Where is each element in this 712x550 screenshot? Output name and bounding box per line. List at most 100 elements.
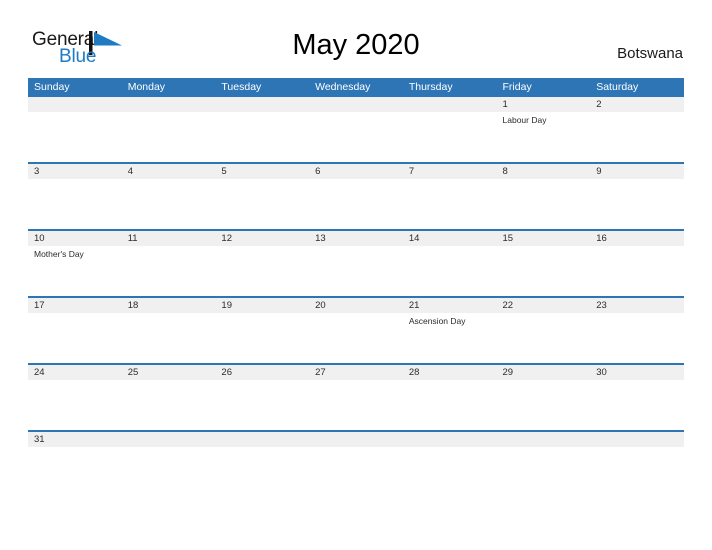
calendar-day-cell[interactable] [403, 432, 497, 470]
calendar-day-cell[interactable]: 30 [590, 365, 684, 430]
calendar-grid: Sunday Monday Tuesday Wednesday Thursday… [28, 78, 684, 470]
calendar-day-cell[interactable]: 16 [590, 231, 684, 296]
calendar-day-cell[interactable]: 27 [309, 365, 403, 430]
day-number: 15 [502, 233, 514, 244]
calendar-day-cell[interactable]: 19 [215, 298, 309, 363]
week-row-inner: 3 4 5 6 7 8 9 [28, 164, 684, 229]
calendar-day-cell[interactable]: 31 [28, 432, 122, 470]
calendar-day-cell[interactable]: 24 [28, 365, 122, 430]
weekday-header-row: Sunday Monday Tuesday Wednesday Thursday… [28, 78, 684, 97]
calendar-day-cell[interactable]: 22 [497, 298, 591, 363]
day-number: 11 [127, 233, 138, 244]
calendar-day-cell[interactable]: 1 Labour Day [497, 97, 591, 162]
calendar-day-cell[interactable] [309, 432, 403, 470]
calendar-day-cell[interactable]: 28 [403, 365, 497, 430]
day-number [315, 97, 403, 112]
calendar-day-cell[interactable] [590, 432, 684, 470]
calendar-day-cell[interactable]: 17 [28, 298, 122, 363]
calendar-day-cell[interactable] [122, 97, 216, 162]
calendar-day-cell[interactable]: 18 [122, 298, 216, 363]
day-number: 3 [34, 166, 40, 177]
calendar-day-cell[interactable]: 3 [28, 164, 122, 229]
weekday-saturday: Saturday [596, 81, 639, 93]
calendar-day-cell[interactable]: 13 [309, 231, 403, 296]
calendar-day-cell[interactable]: 15 [497, 231, 591, 296]
calendar-day-cell[interactable]: 5 [215, 164, 309, 229]
day-number: 7 [408, 166, 415, 177]
week-row-inner: 31 [28, 432, 684, 470]
calendar-day-cell[interactable] [122, 432, 216, 470]
day-number: 13 [315, 233, 326, 244]
week-row-inner: 17 18 19 20 21 Ascension Day 22 23 [28, 298, 684, 363]
weekday-wednesday: Wednesday [315, 81, 371, 93]
week-row-inner: 1 Labour Day 2 [28, 97, 684, 162]
calendar-week-row: 1 Labour Day 2 [28, 97, 684, 162]
calendar-day-cell[interactable] [403, 97, 497, 162]
calendar-weeks: 1 Labour Day 2 3 4 5 6 7 8 9 10 Mother's Day 11 12 13 1… [28, 97, 684, 470]
day-number: 8 [502, 166, 508, 177]
day-number [128, 97, 216, 112]
holiday-event-label: Labour Day [502, 115, 547, 125]
calendar-day-cell[interactable] [309, 97, 403, 162]
day-number [34, 97, 122, 112]
day-number: 25 [127, 367, 139, 378]
calendar-day-cell[interactable]: 10 Mother's Day [28, 231, 122, 296]
weekday-tuesday: Tuesday [221, 81, 262, 93]
day-number: 23 [596, 300, 607, 311]
day-number: 29 [502, 367, 514, 378]
day-number [315, 432, 403, 447]
calendar-day-cell[interactable] [497, 432, 591, 470]
calendar-day-cell[interactable]: 12 [215, 231, 309, 296]
day-number: 10 [34, 233, 45, 244]
calendar-day-cell[interactable]: 4 [122, 164, 216, 229]
day-number [409, 432, 497, 447]
day-number: 31 [34, 434, 45, 445]
day-number: 6 [315, 166, 321, 177]
day-number: 9 [596, 166, 602, 177]
day-number: 26 [221, 367, 232, 378]
day-number: 24 [34, 367, 45, 378]
calendar-day-cell[interactable]: 26 [215, 365, 309, 430]
calendar-day-cell[interactable]: 2 [590, 97, 684, 162]
calendar-week-row: 31 [28, 430, 684, 470]
day-events: Labour Day [503, 112, 591, 126]
day-number: 2 [596, 99, 602, 110]
day-number: 18 [127, 300, 139, 311]
calendar-day-cell[interactable]: 20 [309, 298, 403, 363]
calendar-week-row: 3 4 5 6 7 8 9 [28, 162, 684, 229]
day-number [128, 432, 216, 447]
calendar-day-cell[interactable]: 23 [590, 298, 684, 363]
calendar-day-cell[interactable]: 8 [497, 164, 591, 229]
day-number [221, 97, 309, 112]
calendar-day-cell[interactable]: 6 [309, 164, 403, 229]
day-number: 22 [502, 300, 514, 311]
day-number [409, 97, 497, 112]
day-number: 16 [596, 233, 607, 244]
day-number: 4 [127, 166, 133, 177]
day-number: 20 [315, 300, 326, 311]
calendar-day-cell[interactable]: 14 [403, 231, 497, 296]
calendar-day-cell[interactable] [215, 432, 309, 470]
day-number: 17 [34, 300, 45, 311]
day-number [221, 432, 309, 447]
day-number [503, 432, 591, 447]
calendar-day-cell[interactable]: 29 [497, 365, 591, 430]
calendar-day-cell[interactable]: 9 [590, 164, 684, 229]
day-number: 1 [502, 99, 508, 110]
holiday-event-label: Ascension Day [408, 316, 466, 326]
calendar-day-cell[interactable] [215, 97, 309, 162]
day-number: 5 [221, 166, 227, 177]
calendar-day-cell[interactable]: 21 Ascension Day [403, 298, 497, 363]
calendar-day-cell[interactable] [28, 97, 122, 162]
country-label: Botswana [617, 45, 683, 62]
weekday-thursday: Thursday [408, 81, 453, 93]
calendar-day-cell[interactable]: 7 [403, 164, 497, 229]
day-number: 14 [408, 233, 420, 244]
day-events: Mother's Day [34, 246, 122, 260]
calendar-day-cell[interactable]: 11 [122, 231, 216, 296]
week-row-inner: 10 Mother's Day 11 12 13 14 15 16 [28, 231, 684, 296]
calendar-day-cell[interactable]: 25 [122, 365, 216, 430]
weekday-monday: Monday [127, 81, 166, 93]
day-number: 12 [221, 233, 232, 244]
calendar-week-row: 10 Mother's Day 11 12 13 14 15 16 [28, 229, 684, 296]
